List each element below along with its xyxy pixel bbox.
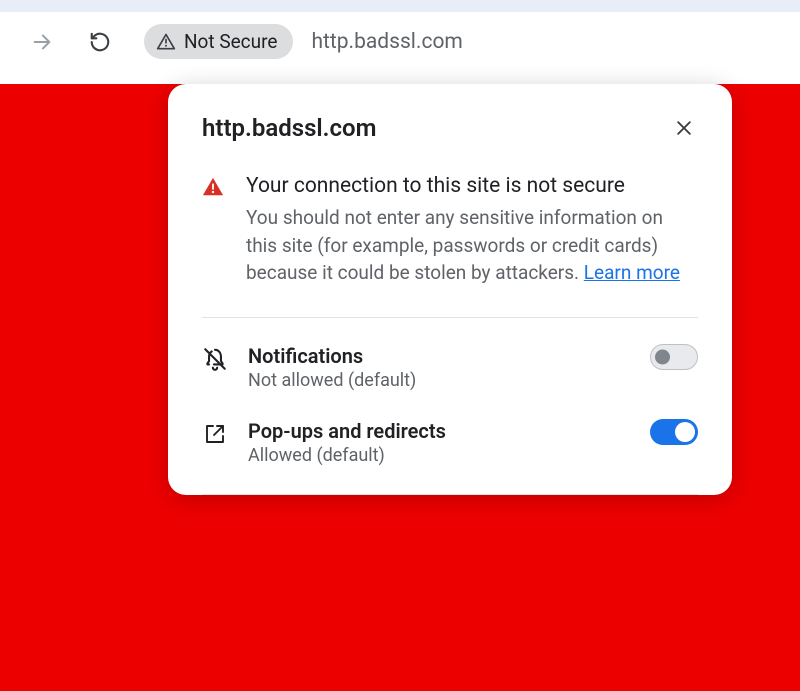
permission-text: Pop-ups and redirects Allowed (default) [248, 419, 630, 466]
warning-triangle-icon [156, 32, 176, 52]
divider [202, 494, 698, 495]
popups-toggle[interactable] [650, 419, 698, 445]
alert-triangle-icon [202, 176, 224, 198]
close-button[interactable] [670, 114, 698, 142]
learn-more-link[interactable]: Learn more [584, 261, 680, 284]
forward-button[interactable] [30, 30, 54, 54]
permission-name: Pop-ups and redirects [248, 419, 630, 443]
permissions-list: Notifications Not allowed (default) Pop-… [202, 318, 698, 495]
permission-row-popups: Pop-ups and redirects Allowed (default) [202, 419, 698, 494]
permission-row-notifications: Notifications Not allowed (default) [202, 344, 698, 419]
forward-arrow-icon [31, 31, 53, 53]
browser-toolbar: Not Secure http.badssl.com [0, 12, 800, 79]
site-info-popover: http.badssl.com Your connection to this … [168, 84, 732, 495]
security-label: Not Secure [184, 30, 277, 53]
permission-status: Not allowed (default) [248, 370, 630, 391]
url-display[interactable]: http.badssl.com [311, 30, 462, 54]
permission-name: Notifications [248, 344, 630, 368]
reload-icon [89, 31, 111, 53]
tab-strip-background [0, 0, 800, 12]
permission-status: Allowed (default) [248, 445, 630, 466]
notifications-off-icon [202, 346, 228, 372]
popover-title: http.badssl.com [202, 114, 376, 142]
notifications-toggle[interactable] [650, 344, 698, 370]
permission-text: Notifications Not allowed (default) [248, 344, 630, 391]
nav-controls [30, 30, 112, 54]
address-bar[interactable]: Not Secure http.badssl.com [144, 24, 463, 59]
security-chip[interactable]: Not Secure [144, 24, 293, 59]
security-text: Your connection to this site is not secu… [246, 172, 698, 287]
security-warning-icon [202, 176, 224, 287]
security-section: Your connection to this site is not secu… [202, 172, 698, 318]
security-heading: Your connection to this site is not secu… [246, 172, 698, 200]
popup-redirect-icon [202, 421, 228, 447]
close-icon [674, 118, 694, 138]
popover-header: http.badssl.com [202, 114, 698, 142]
security-description: You should not enter any sensitive infor… [246, 204, 698, 287]
reload-button[interactable] [88, 30, 112, 54]
